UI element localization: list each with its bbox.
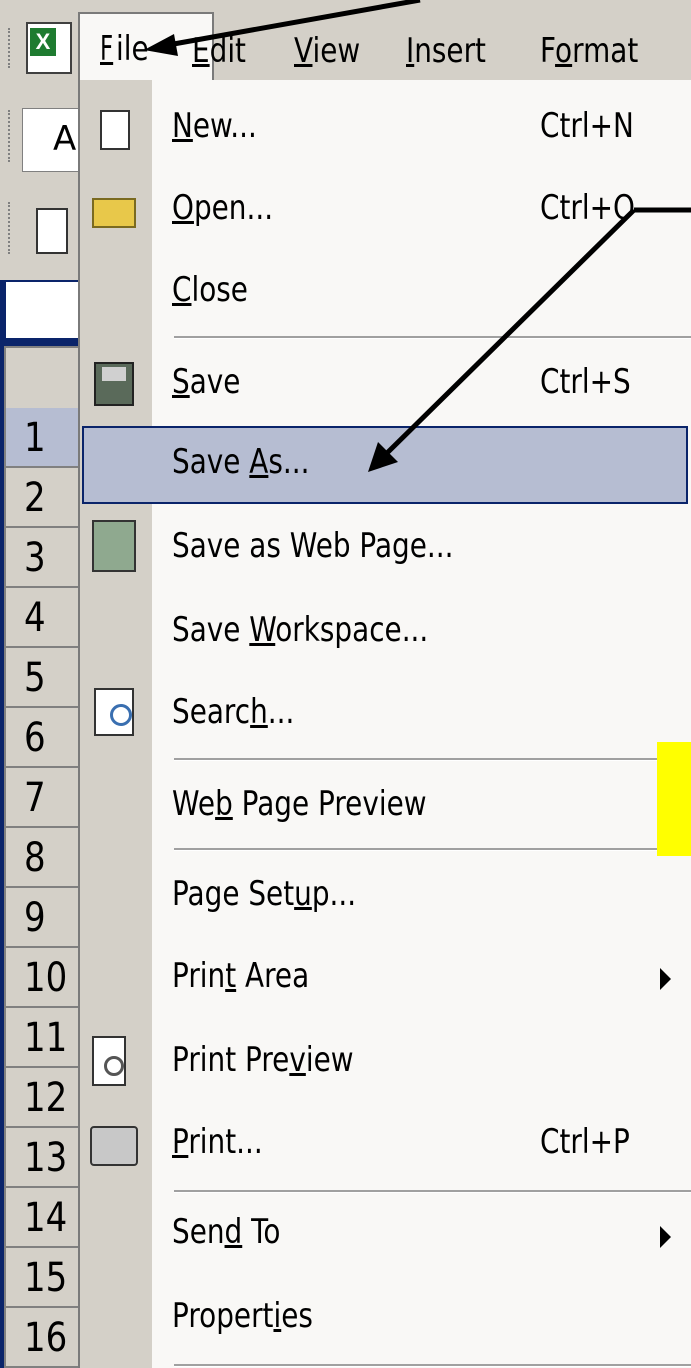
row-number: 15 (24, 1255, 68, 1301)
menu-item-print-area[interactable]: Print Area (80, 938, 691, 1020)
menu-item-print[interactable]: Print... Ctrl+P (80, 1104, 691, 1186)
menu-item-save[interactable]: Save Ctrl+S (80, 342, 691, 424)
row-number: 8 (24, 835, 46, 881)
menu-item-search[interactable]: Search... (80, 674, 691, 756)
menu-item-save-as[interactable]: Save As... (80, 426, 691, 504)
open-folder-icon (92, 198, 136, 228)
menu-item-close[interactable]: Close (80, 252, 691, 334)
menu-separator (174, 848, 691, 851)
row-header-10[interactable]: 10 (4, 948, 80, 1008)
excel-window: X File Edit View Insert Format A 1234567… (0, 0, 691, 1368)
submenu-arrow-icon (660, 968, 671, 990)
submenu-arrow-icon (660, 1226, 671, 1248)
menu-item-page-setup[interactable]: Page Setup... (80, 856, 691, 938)
toolbar-grip[interactable] (8, 28, 16, 68)
menu-separator (174, 1190, 691, 1193)
row-headers: 1 2 3 4 5 6 7 8 9 10 11 12 13 14 15 16 (4, 408, 80, 1368)
toolbar-grip[interactable] (8, 202, 16, 254)
printer-icon (90, 1126, 138, 1166)
row-number: 3 (24, 535, 46, 581)
row-header-11[interactable]: 11 (4, 1008, 80, 1068)
menu-item-open[interactable]: Open... Ctrl+O (80, 170, 691, 252)
menu-edit[interactable]: Edit (192, 22, 246, 80)
row-header-16[interactable]: 16 (4, 1308, 80, 1368)
menu-item-new[interactable]: New... Ctrl+N (80, 88, 691, 170)
name-box[interactable]: A (22, 108, 82, 172)
row-number: 4 (24, 595, 46, 641)
select-all-corner[interactable] (4, 346, 84, 410)
menu-view[interactable]: View (294, 22, 360, 80)
row-number: 10 (24, 955, 68, 1001)
menu-item-save-workspace[interactable]: Save Workspace... (80, 592, 691, 674)
row-number: 11 (24, 1015, 68, 1061)
menu-item-web-page-preview[interactable]: Web Page Preview (80, 764, 691, 846)
menu-item-properties[interactable]: Properties (80, 1280, 691, 1362)
formula-bar[interactable] (6, 282, 80, 338)
new-document-icon[interactable] (36, 208, 68, 254)
yellow-highlight-block (657, 742, 691, 856)
toolbar-grip[interactable] (8, 110, 16, 162)
row-number: 6 (24, 715, 46, 761)
excel-app-icon[interactable]: X (26, 22, 72, 74)
row-header-2[interactable]: 2 (4, 468, 80, 528)
row-header-1[interactable]: 1 (4, 408, 80, 468)
row-header-9[interactable]: 9 (4, 888, 80, 948)
row-header-4[interactable]: 4 (4, 588, 80, 648)
row-header-13[interactable]: 13 (4, 1128, 80, 1188)
menu-item-send-to[interactable]: Send To (80, 1196, 691, 1278)
file-menu-dropdown: New... Ctrl+N Open... Ctrl+O Close Save … (78, 80, 691, 1368)
menu-separator (174, 758, 691, 761)
row-number: 9 (24, 895, 46, 941)
row-number: 1 (24, 415, 46, 461)
save-disk-icon (94, 362, 134, 406)
row-number: 12 (24, 1075, 68, 1121)
row-number: 13 (24, 1135, 68, 1181)
row-number: 5 (24, 655, 46, 701)
row-header-7[interactable]: 7 (4, 768, 80, 828)
new-document-icon (100, 110, 130, 150)
menu-insert[interactable]: Insert (406, 22, 486, 80)
row-header-6[interactable]: 6 (4, 708, 80, 768)
row-header-12[interactable]: 12 (4, 1068, 80, 1128)
row-header-5[interactable]: 5 (4, 648, 80, 708)
row-header-14[interactable]: 14 (4, 1188, 80, 1248)
menu-item-save-as-web-page[interactable]: Save as Web Page... (80, 508, 691, 590)
row-number: 7 (24, 775, 46, 821)
row-number: 14 (24, 1195, 68, 1241)
search-icon (94, 688, 134, 736)
menu-separator (174, 336, 691, 339)
web-save-icon (92, 520, 136, 572)
row-header-8[interactable]: 8 (4, 828, 80, 888)
menu-item-print-preview[interactable]: Print Preview (80, 1022, 691, 1104)
row-number: 2 (24, 475, 46, 521)
row-number: 16 (24, 1315, 68, 1361)
row-header-3[interactable]: 3 (4, 528, 80, 588)
print-preview-icon (92, 1036, 126, 1086)
menu-separator (174, 1364, 691, 1367)
menu-format[interactable]: Format (540, 22, 638, 80)
row-header-15[interactable]: 15 (4, 1248, 80, 1308)
